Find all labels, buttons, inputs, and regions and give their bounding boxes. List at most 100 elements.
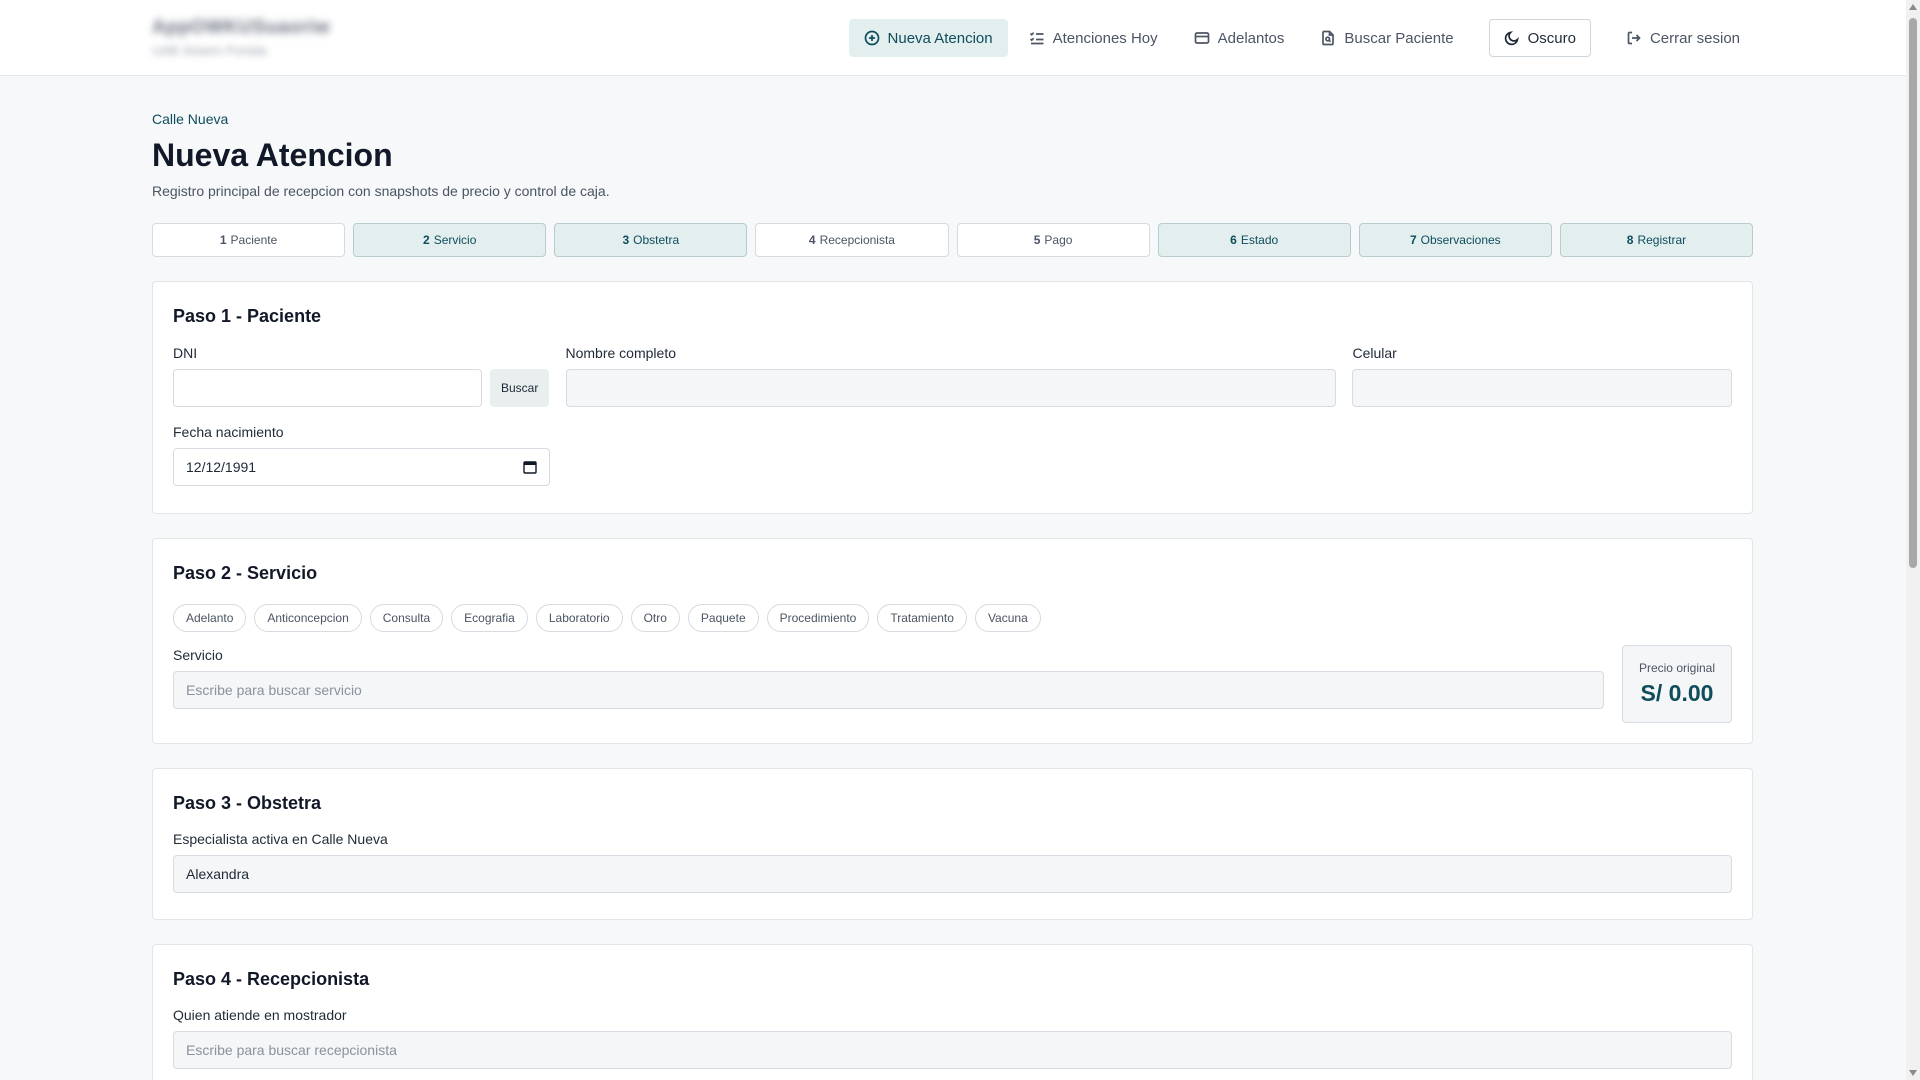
page-subtitle: Registro principal de recepcion con snap… [152, 183, 610, 199]
chip-anticoncepcion[interactable]: Anticoncepcion [254, 604, 362, 632]
chip-adelanto[interactable]: Adelanto [173, 604, 247, 632]
step-paciente[interactable]: 1 Paciente [152, 223, 346, 257]
dni-input[interactable] [173, 369, 482, 407]
recepcionista-card: Paso 4 - Recepcionista Quien atiende en … [152, 944, 1753, 1080]
step-number: 5 [1033, 233, 1041, 247]
credit-card-icon [1194, 32, 1210, 44]
servicio-search-input[interactable]: Escribe para buscar servicio [173, 671, 1604, 709]
nav-buscar-paciente[interactable]: Buscar Paciente [1305, 19, 1468, 57]
precio-original-value: S/ 0.00 [1640, 680, 1714, 706]
step-observaciones[interactable]: 7 Observaciones [1358, 223, 1552, 257]
servicio-title: Paso 2 - Servicio [173, 563, 318, 583]
step-registrar[interactable]: 8 Registrar [1559, 223, 1753, 257]
nombre-label: Nombre completo [565, 345, 677, 361]
scroll-thumb[interactable] [1909, 18, 1917, 568]
celular-input[interactable] [1352, 369, 1732, 407]
logout-button[interactable]: Cerrar sesion [1611, 19, 1755, 57]
recepcionista-label: Quien atiende en mostrador [173, 1007, 347, 1023]
chip-laboratorio[interactable]: Laboratorio [535, 604, 623, 632]
breadcrumb[interactable]: Calle Nueva [152, 111, 1753, 127]
step-number: 8 [1626, 233, 1634, 247]
nav-label: Adelantos [1217, 29, 1285, 47]
brand-title: AppOWKUSuaoriw [152, 17, 330, 38]
step-pago[interactable]: 5 Pago [956, 223, 1150, 257]
main-content: Calle Nueva Nueva Atencion Registro prin… [152, 76, 1753, 1080]
servicio-card: Paso 2 - Servicio Adelanto Anticoncepcio… [152, 538, 1753, 744]
obstetra-card: Paso 3 - Obstetra Especialista activa en… [152, 768, 1753, 920]
main-nav: Nueva Atencion Atenciones Hoy Adelantos … [848, 19, 1755, 57]
nav-atenciones-hoy[interactable]: Atenciones Hoy [1014, 19, 1173, 57]
scroll-down-arrow-icon[interactable] [1909, 1070, 1917, 1076]
especialista-field: Especialista activa en Calle Nueva Alexa… [173, 831, 1732, 893]
page-scrollbar[interactable] [1906, 0, 1920, 1080]
top-header: AppOWKUSuaoriw UAB Sistem Portala Nueva … [0, 0, 1906, 76]
paciente-card: Paso 1 - Paciente DNI Buscar Nombre comp… [152, 281, 1753, 514]
nav-label: Buscar Paciente [1344, 29, 1454, 47]
step-label: Registrar [1637, 233, 1687, 247]
celular-label: Celular [1352, 345, 1397, 361]
recepcionista-field: Quien atiende en mostrador Escribe para … [173, 1007, 1732, 1069]
step-number: 3 [622, 233, 630, 247]
calendar-icon[interactable] [523, 460, 537, 474]
list-check-icon [1029, 32, 1044, 45]
nombre-field: Nombre completo [565, 345, 1337, 407]
brand[interactable]: AppOWKUSuaoriw UAB Sistem Portala [152, 17, 330, 58]
service-category-chips: Adelanto Anticoncepcion Consulta Ecograf… [173, 604, 1732, 632]
step-recepcionista[interactable]: 4 Recepcionista [755, 223, 949, 257]
celular-field: Celular [1352, 345, 1732, 407]
chip-consulta[interactable]: Consulta [369, 604, 444, 632]
nav-label: Oscuro [1527, 29, 1576, 47]
theme-toggle-button[interactable]: Oscuro [1488, 19, 1591, 57]
chip-paquete[interactable]: Paquete [687, 604, 759, 632]
step-label: Recepcionista [819, 233, 895, 247]
step-number: 2 [423, 233, 430, 247]
recepcionista-title: Paso 4 - Recepcionista [173, 969, 370, 989]
fecha-value: 12/12/1991 [186, 459, 257, 475]
chip-tratamiento[interactable]: Tratamiento [877, 604, 967, 632]
buscar-dni-button[interactable]: Buscar [490, 369, 550, 407]
nav-label: Cerrar sesion [1649, 29, 1740, 47]
scroll-up-arrow-icon[interactable] [1909, 4, 1917, 10]
precio-original-box: Precio original S/ 0.00 [1622, 645, 1732, 723]
especialista-label: Especialista activa en Calle Nueva [173, 831, 388, 847]
moon-icon [1504, 31, 1519, 46]
step-obstetra[interactable]: 3 Obstetra [554, 223, 748, 257]
chip-procedimiento[interactable]: Procedimiento [766, 604, 870, 632]
especialista-select[interactable]: Alexandra [173, 855, 1732, 893]
obstetra-title: Paso 3 - Obstetra [173, 793, 322, 813]
file-search-icon [1322, 30, 1335, 46]
plus-circle-icon [864, 30, 879, 46]
step-number: 4 [808, 233, 816, 247]
nombre-input[interactable] [565, 369, 1337, 407]
page-title: Nueva Atencion [152, 137, 393, 173]
step-label: Servicio [433, 233, 477, 247]
nav-nueva-atencion[interactable]: Nueva Atencion [848, 19, 1008, 57]
stepper: 1 Paciente 2 Servicio 3 Obstetra 4 Recepcion… [152, 223, 1753, 257]
logout-icon [1627, 31, 1641, 45]
step-number: 1 [219, 233, 227, 247]
chip-otro[interactable]: Otro [630, 604, 680, 632]
step-label: Paciente [230, 233, 278, 247]
step-label: Estado [1240, 233, 1279, 247]
nav-adelantos[interactable]: Adelantos [1179, 19, 1300, 57]
chip-ecografia[interactable]: Ecografia [451, 604, 528, 632]
step-number: 7 [1409, 233, 1417, 247]
dni-label: DNI [173, 345, 198, 361]
fecha-field: Fecha nacimiento 12/12/1991 [173, 424, 550, 486]
precio-original-label: Precio original [1638, 661, 1716, 675]
step-servicio[interactable]: 2 Servicio [353, 223, 547, 257]
recepcionista-search-input[interactable]: Escribe para buscar recepcionista [173, 1031, 1732, 1069]
dni-field: DNI Buscar [173, 345, 550, 407]
dni-group: Buscar [173, 369, 550, 407]
nav-label: Atenciones Hoy [1052, 29, 1158, 47]
fecha-label: Fecha nacimiento [173, 424, 284, 440]
step-number: 6 [1230, 233, 1237, 247]
step-estado[interactable]: 6 Estado [1157, 223, 1351, 257]
step-label: Observaciones [1420, 233, 1501, 247]
fecha-nacimiento-input[interactable]: 12/12/1991 [173, 448, 550, 486]
chip-vacuna[interactable]: Vacuna [974, 604, 1041, 632]
nav-label: Nueva Atencion [887, 29, 993, 47]
step-label: Obstetra [633, 233, 680, 247]
brand-subtitle: UAB Sistem Portala [152, 43, 267, 58]
servicio-field: Servicio Escribe para buscar servicio [173, 647, 1604, 709]
